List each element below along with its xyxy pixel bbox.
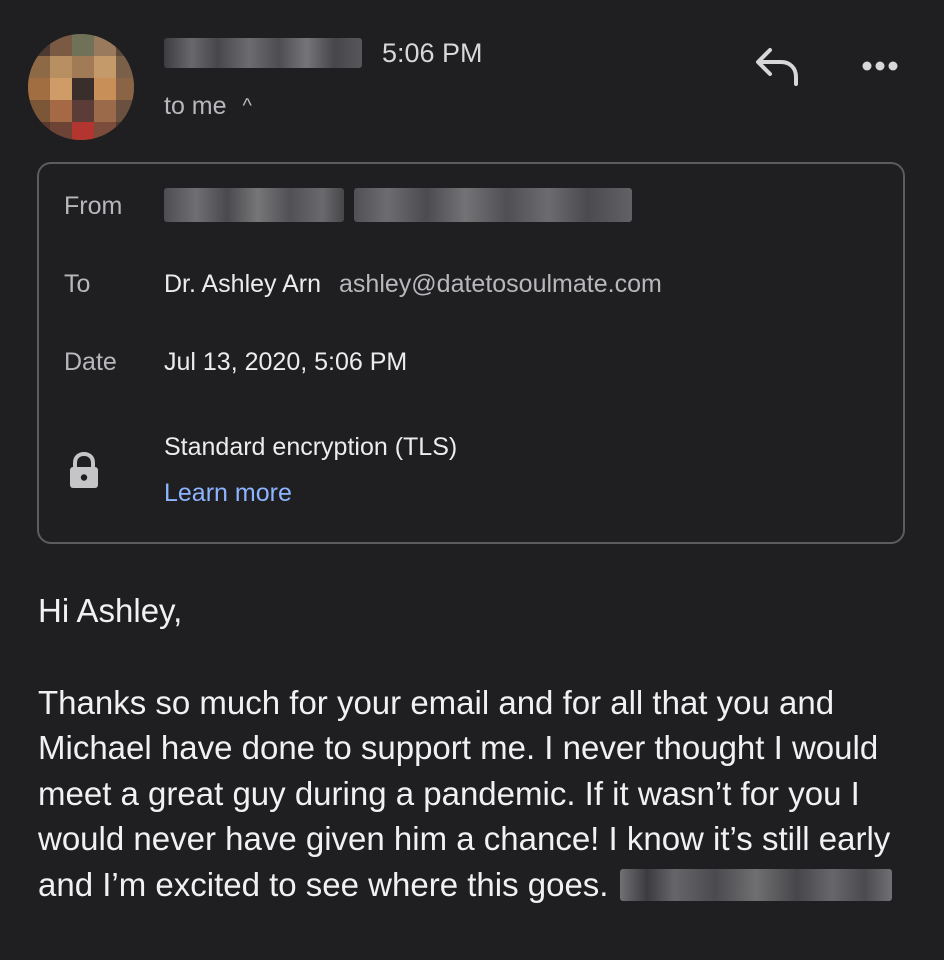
email-body: Hi Ashley, Thanks so much for your email… bbox=[38, 588, 918, 907]
to-value: Dr. Ashley Arn ashley@datetosoulmate.com bbox=[164, 270, 662, 299]
to-name: Dr. Ashley Arn bbox=[164, 270, 322, 298]
to-me-label: to me bbox=[164, 92, 227, 120]
email-greeting: Hi Ashley, bbox=[38, 592, 183, 629]
reply-icon bbox=[756, 48, 798, 86]
more-horizontal-icon bbox=[862, 61, 898, 71]
sender-name-redacted bbox=[164, 38, 362, 68]
learn-more-link[interactable]: Learn more bbox=[164, 479, 292, 508]
reply-button[interactable] bbox=[748, 42, 806, 92]
to-label: To bbox=[64, 270, 91, 298]
email-time: 5:06 PM bbox=[382, 38, 483, 68]
date-value: Jul 13, 2020, 5:06 PM bbox=[164, 348, 408, 376]
lock-icon bbox=[67, 451, 101, 490]
sender-avatar[interactable] bbox=[28, 34, 134, 140]
recipient-summary[interactable]: to me ^ bbox=[164, 92, 252, 121]
from-name-redacted bbox=[164, 188, 344, 222]
encryption-status: Standard encryption (TLS) bbox=[164, 433, 458, 461]
to-email[interactable]: ashley@datetosoulmate.com bbox=[339, 270, 662, 298]
more-options-button[interactable] bbox=[850, 46, 910, 86]
date-label: Date bbox=[64, 348, 117, 376]
redacted-text bbox=[620, 868, 893, 901]
chevron-up-icon[interactable]: ^ bbox=[243, 95, 252, 118]
from-email-redacted bbox=[354, 188, 632, 222]
email-paragraph: Thanks so much for your email and for al… bbox=[38, 680, 918, 908]
from-label: From bbox=[64, 192, 123, 220]
